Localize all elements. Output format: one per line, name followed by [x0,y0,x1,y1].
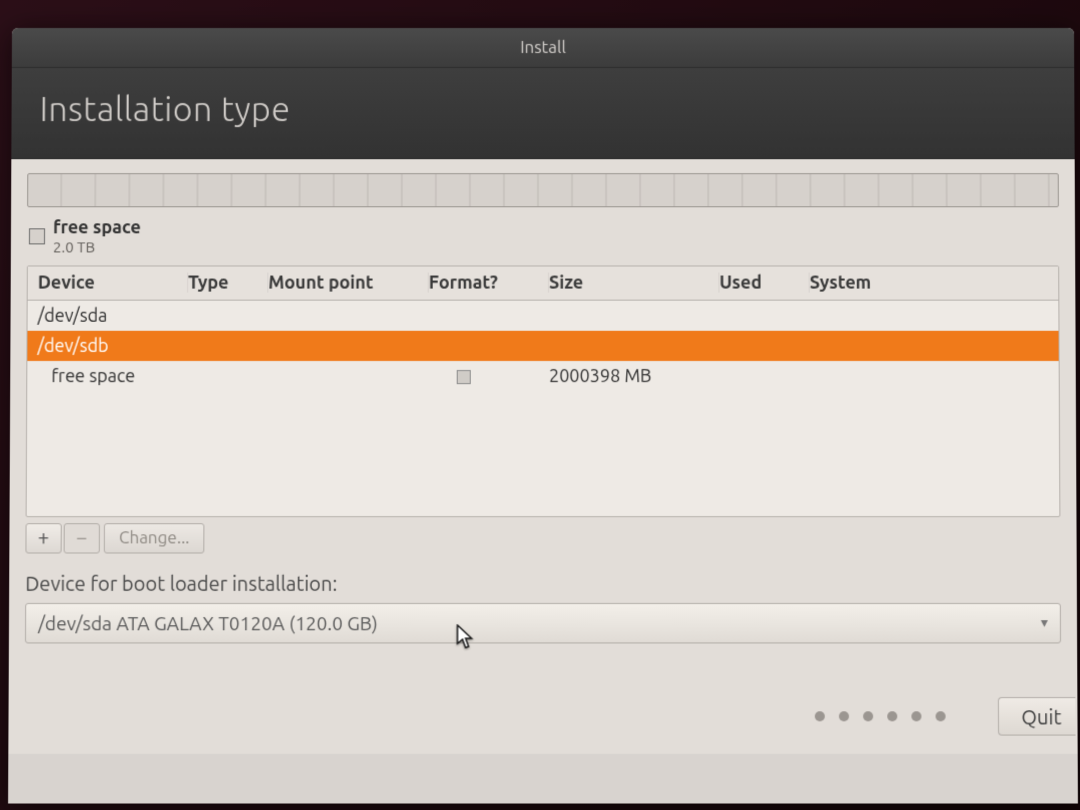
col-type: Type [188,273,268,293]
window-titlebar: Install [12,28,1074,68]
table-row[interactable]: /dev/sda [28,301,1059,331]
window-title: Install [520,38,566,57]
col-device: Device [38,273,188,293]
cell-device: /dev/sda [38,306,188,326]
progress-dot [863,711,873,721]
partition-table[interactable]: Device Type Mount point Format? Size Use… [26,265,1061,517]
progress-dot [912,711,922,721]
col-mount: Mount point [268,273,428,293]
progress-dot [815,711,825,721]
page-title: Installation type [40,90,1047,128]
cell-device: free space [37,366,188,386]
progress-dot [888,711,898,721]
legend-name: free space [53,217,141,238]
progress-dots [815,711,946,721]
col-system: System [810,273,1049,293]
chevron-down-icon: ▾ [1041,615,1048,632]
body-section: free space 2.0 TB Device Type Mount poin… [8,159,1077,754]
progress-dot [839,711,849,721]
format-checkbox[interactable] [457,370,471,384]
cell-format [429,366,549,386]
col-format: Format? [429,273,549,293]
change-partition-button[interactable]: Change... [104,523,205,553]
table-row[interactable]: free space 2000398 MB [27,361,1059,391]
progress-dot [936,711,946,721]
footer-row: Quit [815,697,1078,735]
header-section: Installation type [11,68,1074,159]
remove-partition-button[interactable]: − [64,523,100,553]
legend-size: 2.0 TB [53,238,141,255]
cell-size: 2000398 MB [549,366,720,386]
table-header: Device Type Mount point Format? Size Use… [28,266,1059,300]
bootloader-label: Device for boot loader installation: [25,572,1061,595]
partition-legend: free space 2.0 TB [27,213,1059,265]
add-partition-button[interactable]: + [25,523,61,553]
col-size: Size [549,273,719,293]
quit-button[interactable]: Quit [998,697,1075,735]
col-used: Used [719,273,809,293]
installer-window: Install Installation type free space 2.0… [8,28,1078,804]
partition-usage-bar[interactable] [27,173,1059,207]
bootloader-value: /dev/sda ATA GALAX T0120A (120.0 GB) [38,612,378,634]
cell-device: /dev/sdb [37,336,188,356]
bootloader-device-select[interactable]: /dev/sda ATA GALAX T0120A (120.0 GB) ▾ [25,603,1061,643]
legend-swatch-free [29,228,45,244]
table-row[interactable]: /dev/sdb [27,331,1058,361]
partition-toolbar: + − Change... [25,523,1060,553]
